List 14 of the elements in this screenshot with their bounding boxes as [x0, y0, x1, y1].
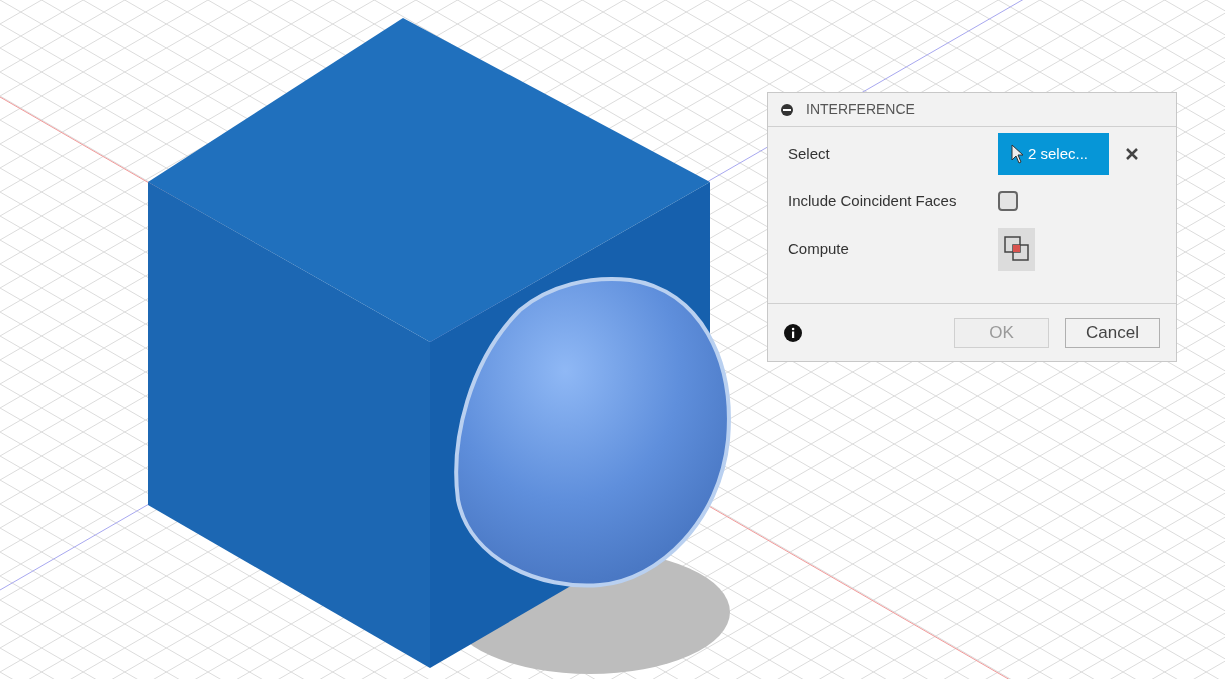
field-label: Include Coincident Faces [788, 190, 958, 211]
dialog-title: INTERFERENCE [806, 100, 915, 119]
checkbox[interactable] [998, 191, 1018, 211]
dialog-button[interactable]: Cancel [1065, 317, 1160, 348]
overlap-squares-icon [1003, 236, 1030, 262]
cursor-icon [1010, 144, 1024, 164]
info-icon[interactable] [784, 323, 802, 342]
compute-button[interactable] [998, 227, 1035, 271]
selection-button[interactable]: 2 selec... [998, 133, 1109, 175]
field-label: Select [788, 143, 831, 164]
collapse-icon[interactable] [780, 102, 794, 117]
field-label: Compute [788, 238, 850, 259]
close-icon [1125, 147, 1139, 161]
clear-selection-button[interactable] [1125, 147, 1139, 161]
